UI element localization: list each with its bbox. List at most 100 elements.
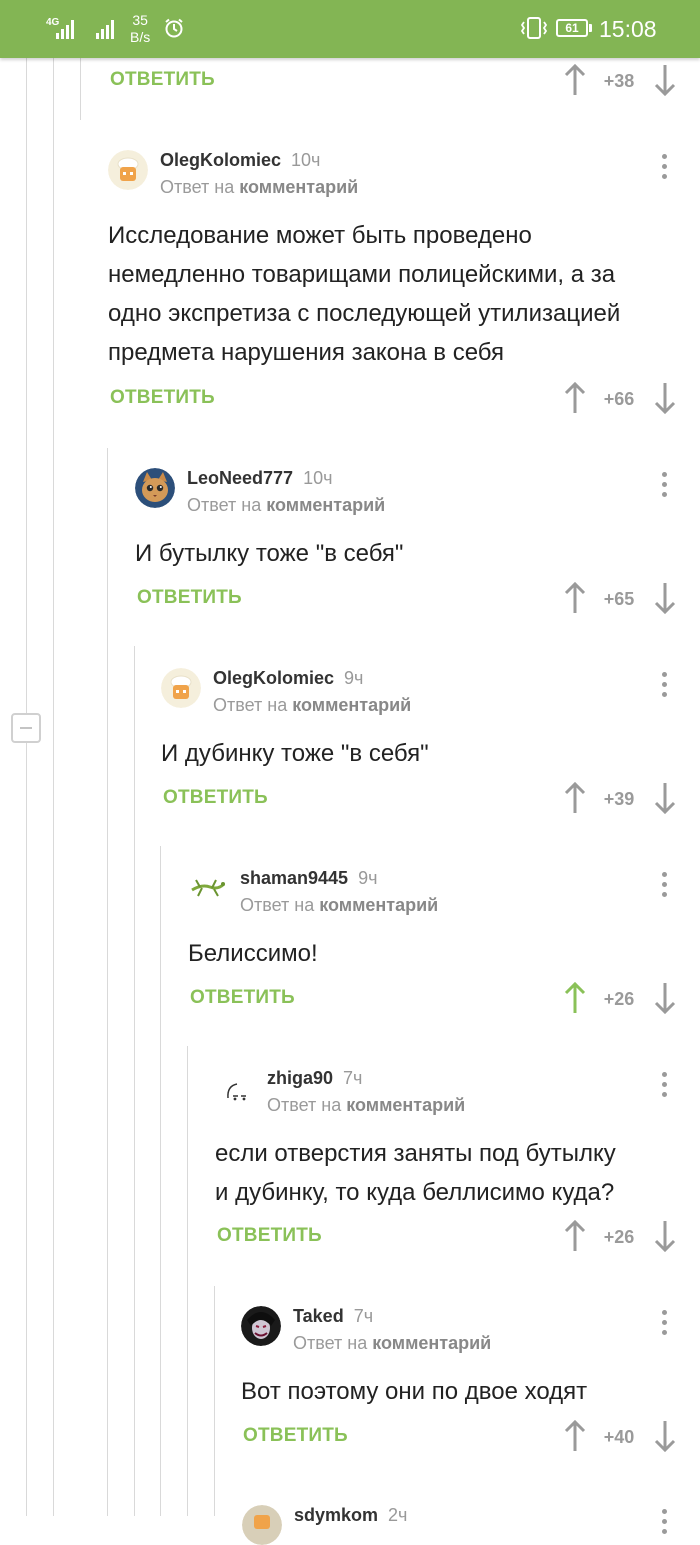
downvote-arrow-icon[interactable]: [654, 1420, 676, 1452]
reply-to-link[interactable]: Ответ на комментарий: [187, 494, 385, 516]
upvote-arrow-icon[interactable]: [564, 1420, 586, 1452]
comment-age: 9ч: [344, 668, 364, 688]
more-menu-icon[interactable]: [661, 472, 667, 498]
thread-line: [107, 448, 108, 1516]
more-menu-icon[interactable]: [661, 672, 667, 698]
reply-button[interactable]: ОТВЕТИТЬ: [190, 986, 295, 1010]
vote-count: +38: [603, 71, 635, 91]
downvote-arrow-icon[interactable]: [654, 382, 676, 414]
battery-icon: 61: [556, 19, 588, 37]
downvote-arrow-icon[interactable]: [654, 1220, 676, 1252]
comment-age: 10ч: [291, 150, 321, 170]
vote-count: +65: [603, 589, 635, 609]
avatar[interactable]: [135, 468, 175, 508]
more-menu-icon[interactable]: [661, 1072, 667, 1098]
avatar[interactable]: [188, 868, 228, 908]
avatar[interactable]: [241, 1306, 281, 1346]
chef-avatar-icon: [108, 150, 148, 190]
signal-strength-2-icon: [96, 20, 114, 39]
thread-line: [160, 846, 161, 1516]
comment-author[interactable]: zhiga90 7ч: [267, 1067, 362, 1089]
more-menu-icon[interactable]: [661, 1310, 667, 1336]
reply-to-link[interactable]: Ответ на комментарий: [240, 894, 438, 916]
downvote-arrow-icon[interactable]: [654, 64, 676, 96]
sketch-face-avatar-icon: [215, 1068, 255, 1108]
comment-actions: ОТВЕТИТЬ +38: [110, 64, 680, 98]
vote-block: +40: [564, 1420, 694, 1454]
vote-count: +39: [603, 789, 635, 809]
comment-age: 2ч: [388, 1505, 408, 1525]
avatar[interactable]: [242, 1505, 282, 1545]
comment-actions: ОТВЕТИТЬ +26: [217, 1220, 680, 1254]
comment-author[interactable]: OlegKolomiec 10ч: [160, 149, 320, 171]
downvote-arrow-icon[interactable]: [654, 982, 676, 1014]
reply-button[interactable]: ОТВЕТИТЬ: [217, 1224, 322, 1248]
upvote-arrow-icon[interactable]: [564, 582, 586, 614]
reply-button[interactable]: ОТВЕТИТЬ: [137, 586, 242, 610]
comment-actions: ОТВЕТИТЬ +65: [137, 582, 680, 616]
network-speed: 35 B/s: [130, 12, 151, 45]
avatar[interactable]: [108, 150, 148, 190]
comment-actions: ОТВЕТИТЬ +39: [163, 782, 680, 816]
lizard-avatar-icon: [188, 868, 228, 908]
avatar[interactable]: [215, 1068, 255, 1108]
thread-line: [134, 646, 135, 1516]
comment-text: Исследование может быть проведено немедл…: [108, 222, 621, 366]
comment-age: 10ч: [303, 468, 333, 488]
upvote-arrow-icon[interactable]: [564, 64, 586, 96]
reply-button[interactable]: ОТВЕТИТЬ: [243, 1424, 348, 1448]
vote-count: +40: [603, 1427, 635, 1447]
vibrate-icon: [520, 17, 548, 39]
comment-author[interactable]: Taked 7ч: [293, 1305, 373, 1327]
vote-count: +66: [603, 389, 635, 409]
dark-character-avatar-icon: [241, 1306, 281, 1346]
reply-button[interactable]: ОТВЕТИТЬ: [110, 386, 215, 410]
comment-actions: ОТВЕТИТЬ +40: [243, 1420, 680, 1454]
chef-avatar-icon: [161, 668, 201, 708]
battery-level: 61: [565, 21, 579, 35]
more-menu-icon[interactable]: [661, 154, 667, 180]
cat-avatar-icon: [135, 468, 175, 508]
reply-button[interactable]: ОТВЕТИТЬ: [110, 68, 215, 92]
downvote-arrow-icon[interactable]: [654, 582, 676, 614]
vote-count: +26: [603, 989, 635, 1009]
downvote-arrow-icon[interactable]: [654, 782, 676, 814]
comment-age: 9ч: [358, 868, 378, 888]
reply-to-link[interactable]: Ответ на комментарий: [267, 1094, 465, 1116]
comment-text: Белиссимо!: [188, 940, 318, 967]
more-menu-icon[interactable]: [661, 1509, 667, 1535]
reply-to-link[interactable]: Ответ на комментарий: [160, 176, 358, 198]
upvote-arrow-icon[interactable]: [564, 782, 586, 814]
comment-author[interactable]: shaman9445 9ч: [240, 867, 377, 889]
comment-author[interactable]: LeoNeed777 10ч: [187, 467, 332, 489]
comment-author[interactable]: sdymkom 2ч: [294, 1504, 407, 1526]
thread-line: [53, 58, 54, 1516]
comment-actions: ОТВЕТИТЬ +66: [110, 382, 680, 416]
comment-text: И бутылку тоже "в себя": [135, 540, 404, 567]
status-bar: 4G 35 B/s 61 15:08: [0, 0, 700, 58]
comment-text: если отверстия заняты под бутылку и дуби…: [215, 1140, 616, 1206]
upvote-arrow-icon[interactable]: [564, 1220, 586, 1252]
vote-block: +38: [564, 64, 694, 98]
vote-block: +65: [564, 582, 694, 616]
comment-age: 7ч: [343, 1068, 363, 1088]
upvote-arrow-icon[interactable]: [564, 982, 586, 1014]
reply-to-link[interactable]: Ответ на комментарий: [293, 1332, 491, 1354]
battery-tip: [589, 24, 592, 32]
vote-block: +26: [564, 1220, 694, 1254]
comment-age: 7ч: [353, 1306, 374, 1326]
status-time: 15:08: [599, 16, 657, 42]
thread-line: [80, 58, 81, 120]
collapse-thread-button[interactable]: [11, 713, 41, 743]
user-avatar-icon: [242, 1505, 282, 1545]
thread-line: [187, 1046, 188, 1516]
avatar[interactable]: [161, 668, 201, 708]
thread-line: [214, 1286, 215, 1516]
reply-to-link[interactable]: Ответ на комментарий: [213, 694, 411, 716]
reply-button[interactable]: ОТВЕТИТЬ: [163, 786, 268, 810]
upvote-arrow-icon[interactable]: [564, 382, 586, 414]
more-menu-icon[interactable]: [661, 872, 667, 898]
thread-line: [26, 58, 27, 1516]
comment-text: И дубинку тоже "в себя": [161, 740, 429, 767]
comment-author[interactable]: OlegKolomiec 9ч: [213, 667, 363, 689]
